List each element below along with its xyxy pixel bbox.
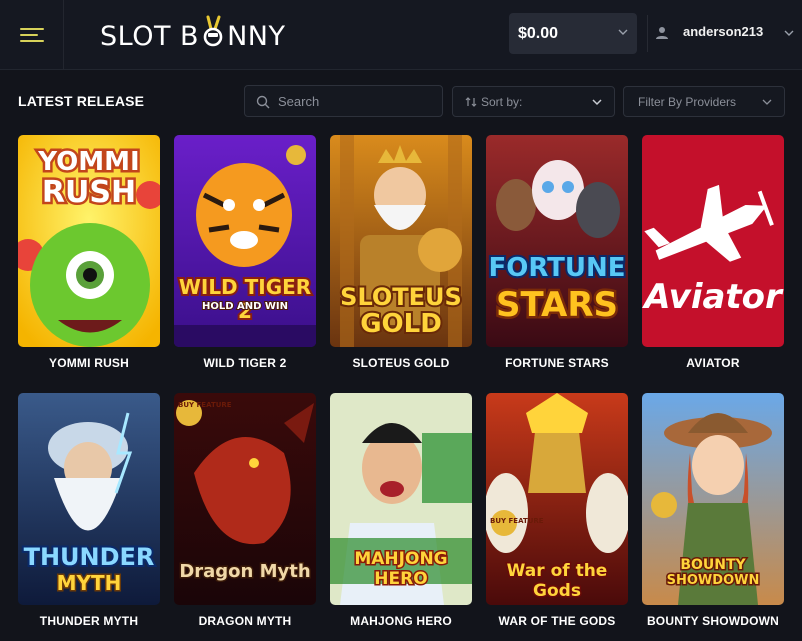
chevron-down-icon [762, 99, 772, 105]
game-art-title: WILD TIGER 2 [177, 273, 313, 325]
section-title: LATEST RELEASE [18, 93, 145, 109]
game-title[interactable]: THUNDER MYTH [18, 614, 160, 628]
sort-icon [465, 97, 477, 107]
game-art-subtitle: STARS [493, 283, 620, 328]
game-title[interactable]: WILD TIGER 2 [174, 356, 316, 370]
game-art-subtitle: GOLD [358, 307, 444, 341]
filter-label: Filter By Providers [638, 95, 737, 109]
game-title[interactable]: FORTUNE STARS [486, 356, 628, 370]
game-art-title: Dragon Myth [178, 560, 312, 584]
game-art-subtitle: RUSH [39, 173, 138, 213]
search-placeholder: Search [278, 94, 320, 109]
provider-filter-dropdown[interactable]: Filter By Providers [623, 86, 785, 117]
game-art-title: FORTUNE [486, 251, 627, 285]
game-title[interactable]: WAR OF THE GODS [486, 614, 628, 628]
logo-text-left: SLOT B [100, 20, 200, 52]
game-thumbnail: YOMMI RUSH [18, 135, 160, 347]
game-card-thunder-myth[interactable]: THUNDER MYTH THUNDER MYTH [18, 393, 160, 628]
sort-dropdown[interactable]: Sort by: [452, 86, 615, 117]
user-icon [656, 27, 668, 39]
game-card-sloteus-gold[interactable]: SLOTEUS GOLD SLOTEUS GOLD [330, 135, 472, 370]
buy-feature-badge: BUY FEATURE [178, 401, 232, 409]
game-thumbnail: BUY FEATURE War of the Gods [486, 393, 628, 605]
chevron-down-icon [618, 29, 628, 35]
balance-dropdown[interactable]: $0.00 [509, 13, 637, 54]
game-card-bounty-showdown[interactable]: BOUNTY SHOWDOWN BOUNTY SHOWDOWN [642, 393, 784, 628]
search-input[interactable]: Search [244, 85, 443, 117]
game-thumbnail: THUNDER MYTH [18, 393, 160, 605]
hamburger-icon [19, 28, 44, 42]
game-art-subtitle: SHOWDOWN [665, 572, 761, 590]
game-thumbnail: Aviator [642, 135, 784, 347]
game-card-fortune-stars[interactable]: FORTUNE STARS FORTUNE STARS [486, 135, 628, 370]
user-menu[interactable]: anderson213 [647, 13, 802, 54]
game-title[interactable]: AVIATOR [642, 356, 784, 370]
balance-amount: $0.00 [518, 24, 559, 42]
game-card-dragon-myth[interactable]: BUY FEATURE Dragon Myth DRAGON MYTH [174, 393, 316, 628]
bunny-ears-icon [200, 15, 226, 49]
search-icon [256, 95, 270, 109]
game-thumbnail: BOUNTY SHOWDOWN [642, 393, 784, 605]
divider [647, 15, 648, 52]
game-thumbnail: WILD TIGER 2 HOLD AND WIN [174, 135, 316, 347]
game-art-title: War of the Gods [505, 560, 609, 603]
game-art-title: SLOTEUS [338, 281, 464, 313]
game-title[interactable]: BOUNTY SHOWDOWN [642, 614, 784, 628]
game-art-title: YOMMI [36, 145, 142, 180]
game-thumbnail: SLOTEUS GOLD [330, 135, 472, 347]
game-art-subtitle: HOLD AND WIN [201, 300, 289, 313]
game-art-title: THUNDER [22, 541, 157, 573]
chevron-down-icon [784, 30, 794, 36]
buy-feature-badge: BUY FEATURE [490, 517, 544, 525]
logo-text-right: NNY [227, 20, 286, 52]
top-header: SLOT B NNY $0.00 anderson213 [0, 0, 802, 70]
game-thumbnail: MAHJONG HERO [330, 393, 472, 605]
username: anderson213 [683, 24, 764, 39]
chevron-down-icon [592, 99, 602, 106]
game-art-title: BOUNTY [679, 556, 747, 575]
game-card-yommi-rush[interactable]: YOMMI RUSH YOMMI RUSH [18, 135, 160, 370]
game-title[interactable]: DRAGON MYTH [174, 614, 316, 628]
game-thumbnail: FORTUNE STARS [486, 135, 628, 347]
game-art-title: MAHJONG HERO [353, 548, 449, 591]
game-card-wild-tiger-2[interactable]: WILD TIGER 2 HOLD AND WIN WILD TIGER 2 [174, 135, 316, 370]
sort-label: Sort by: [481, 95, 523, 109]
game-title[interactable]: MAHJONG HERO [330, 614, 472, 628]
menu-toggle-button[interactable] [0, 0, 64, 70]
game-title[interactable]: YOMMI RUSH [18, 356, 160, 370]
game-art-subtitle: MYTH [55, 570, 123, 597]
game-card-aviator[interactable]: Aviator AVIATOR [642, 135, 784, 370]
game-title[interactable]: SLOTEUS GOLD [330, 356, 472, 370]
game-card-war-of-the-gods[interactable]: BUY FEATURE War of the Gods WAR OF THE G… [486, 393, 628, 628]
game-card-mahjong-hero[interactable]: MAHJONG HERO MAHJONG HERO [330, 393, 472, 628]
site-logo[interactable]: SLOT B NNY [100, 15, 286, 52]
game-art-title: Aviator [644, 277, 782, 317]
game-thumbnail: BUY FEATURE Dragon Myth [174, 393, 316, 605]
